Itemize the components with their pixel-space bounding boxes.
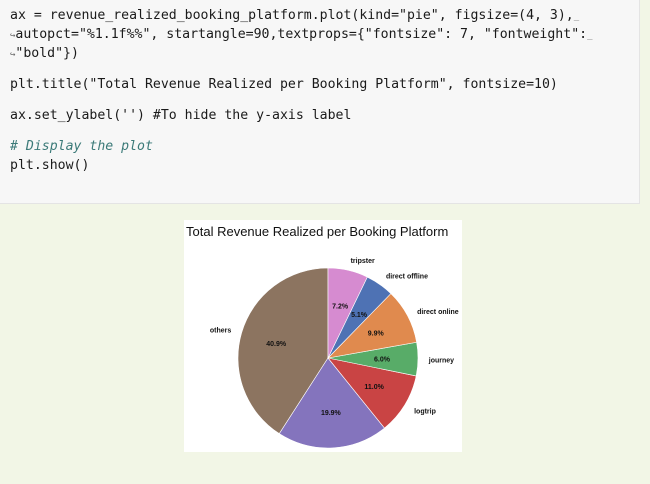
pie-pct-label: 5.1% — [351, 312, 368, 319]
code-line-5-text: ax.set_ylabel('') #To hide the y-axis la… — [10, 108, 352, 123]
code-cell[interactable]: ax = revenue_realized_booking_platform.p… — [0, 0, 640, 204]
code-line-3-text: "bold"}) — [15, 46, 79, 61]
pie-category-label: direct online — [417, 309, 459, 316]
chart-title: Total Revenue Realized per Booking Platf… — [186, 224, 448, 239]
pie-chart-output: Total Revenue Realized per Booking Platf… — [184, 220, 462, 452]
code-line-7-text: plt.show() — [10, 158, 90, 173]
pie-pct-label: 7.2% — [332, 303, 349, 310]
code-line-6: # Display the plot — [10, 137, 639, 156]
code-line-1-text: ax = revenue_realized_booking_platform.p… — [10, 8, 574, 23]
pie-category-label: direct offline — [386, 274, 428, 281]
pie-category-label: journey — [428, 357, 454, 364]
code-line-3: ↪"bold"}) — [10, 44, 639, 63]
pie-pct-label: 19.9% — [321, 410, 342, 417]
line-continuation-marker: _ — [587, 31, 593, 41]
code-line-4-text: plt.title("Total Revenue Realized per Bo… — [10, 77, 558, 92]
pie-category-label: others — [210, 328, 232, 335]
pie-chart: Total Revenue Realized per Booking Platf… — [186, 224, 459, 449]
pie-category-label: logtrip — [414, 408, 436, 415]
line-continuation-marker: _ — [573, 12, 580, 22]
code-line-4: plt.title("Total Revenue Realized per Bo… — [10, 75, 639, 94]
code-line-7: plt.show() — [10, 156, 639, 175]
pie-pct-label: 9.9% — [368, 331, 385, 338]
code-line-6-text: # Display the plot — [10, 139, 153, 154]
pie-pct-label: 40.9% — [266, 341, 287, 348]
pie-slices — [237, 267, 419, 449]
code-line-2-text: autopct="%1.1f%%", startangle=90,textpro… — [15, 27, 588, 42]
pie-pct-label: 11.0% — [364, 384, 384, 391]
pie-pct-label: 6.0% — [374, 357, 391, 364]
code-line-1: ax = revenue_realized_booking_platform.p… — [10, 6, 639, 25]
pie-category-label: tripster — [351, 258, 375, 265]
code-line-5: ax.set_ylabel('') #To hide the y-axis la… — [10, 106, 639, 125]
code-line-2: ↪autopct="%1.1f%%", startangle=90,textpr… — [10, 25, 639, 44]
